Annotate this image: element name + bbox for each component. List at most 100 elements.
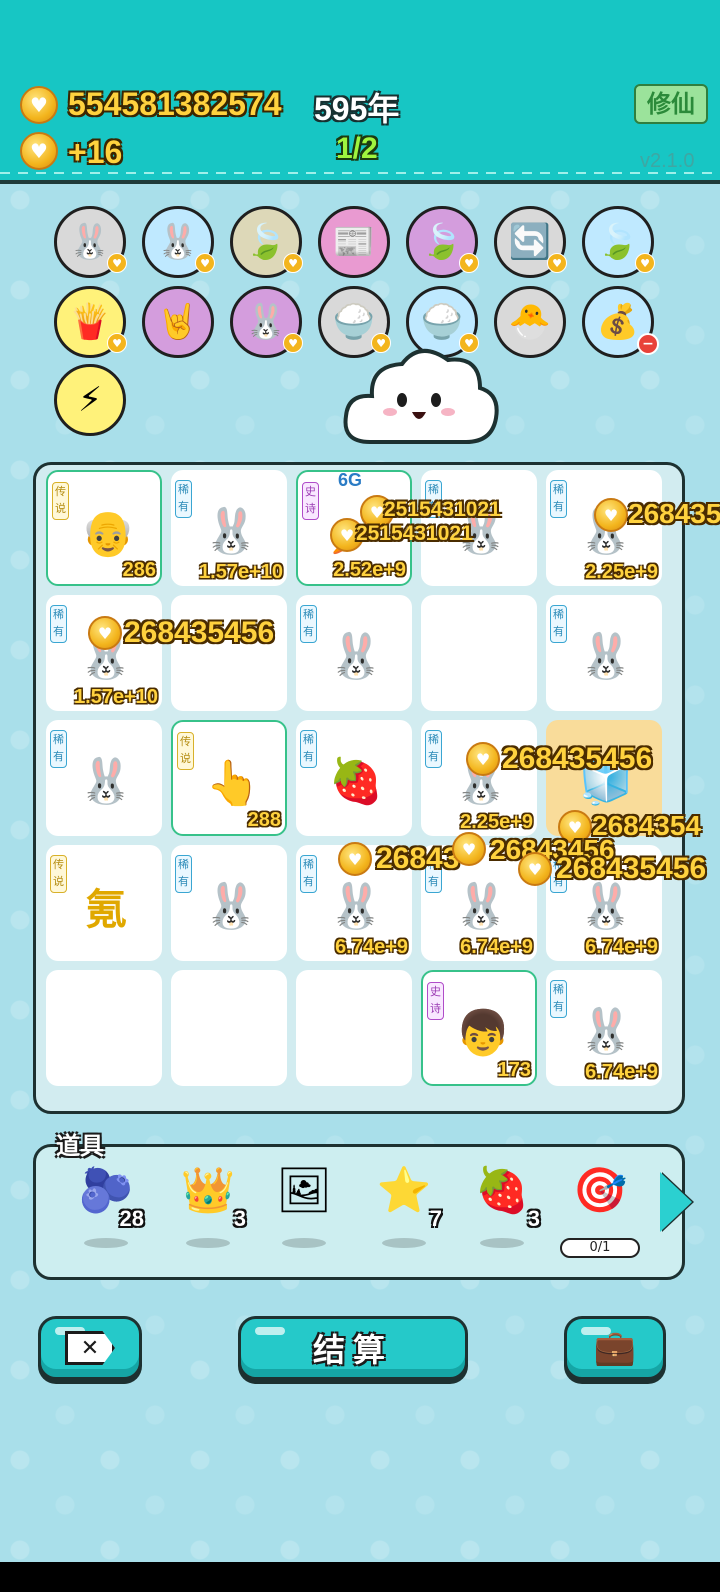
page-indicator[interactable]: 1/2 [336,132,378,166]
board-tile[interactable]: 稀有 🐰 1.57e+10 [46,595,162,711]
tile-sprite: 👴 [80,508,136,559]
item-picture-frame[interactable]: 🖼 [264,1154,344,1250]
board-tile[interactable]: 稀有 🐰 [546,595,662,711]
rice-bowl-icon: 🍚 [332,302,376,342]
float-coin-icon: ♥ [518,852,552,886]
close-icon: ✕ [65,1331,115,1365]
tile-sprite: 👆 [205,758,261,809]
tile-value: 2.52e+9 [333,559,406,581]
item-shadow [84,1238,128,1248]
tile-value: 2.25e+9 [460,811,533,833]
rarity-badge: 史诗 [302,482,319,520]
briefcase-button[interactable]: 💼 [564,1316,666,1380]
board-tile[interactable]: 稀有 🐰 [46,720,162,836]
board-tile[interactable] [171,595,287,711]
system-nav-bar [0,1562,720,1592]
items-next-arrow-icon[interactable] [660,1172,692,1232]
float-number: 268435456 [502,742,653,775]
item-strawberry[interactable]: 🍓 3 [462,1154,542,1250]
rarity-badge: 传说 [177,732,194,770]
remove-badge-icon[interactable]: − [637,333,659,355]
tile-value: 173 [497,1059,531,1081]
item-count: 3 [233,1206,246,1231]
fries-icon: 🍟 [68,302,112,342]
float-coin-icon: ♥ [452,832,486,866]
item-count: 3 [527,1206,540,1231]
board-tile[interactable] [171,970,287,1086]
cloud-mascot[interactable] [340,342,500,450]
board-tile[interactable] [46,970,162,1086]
skill-rock-hand[interactable]: 🤘 [142,286,214,358]
heart-badge-icon: ♥ [547,253,567,273]
tile-value: 6.74e+9 [335,936,408,958]
skill-time-magazine[interactable]: 📰 [318,206,390,278]
skill-sack[interactable]: 💰 − [582,286,659,358]
board-tile[interactable]: 稀有 🐰 [171,845,287,961]
skill-leaf[interactable]: 🍃 ♥ [582,206,655,278]
tile-value: 286 [122,559,156,581]
lightning-icon: ⚡ [78,380,102,420]
board-tile[interactable]: 稀有🐰2.25e+9 [421,720,537,836]
board-tile[interactable] [421,595,537,711]
chick-icon: 🐣 [508,302,552,342]
skill-leaf[interactable]: 🍃 ♥ [230,206,303,278]
rarity-badge: 稀有 [50,730,67,768]
tile-sprite: 🐰 [578,1006,634,1057]
item-target-8[interactable]: 🎯 0/1 [560,1154,640,1258]
item-blueberry[interactable]: 🫐 28 [66,1154,146,1250]
skill-fries[interactable]: 🍟 ♥ [54,286,127,358]
tile-value: 2.25e+9 [585,561,658,583]
rice-bowl-icon: 🍚 [420,302,464,342]
tile-sprite: 🐰 [578,631,634,682]
board-tile[interactable]: 传说氪 [46,845,162,961]
xiuxian-button[interactable]: 修仙 [634,84,708,124]
item-shadow [282,1238,326,1248]
tile-sprite: 🐰 [328,881,384,932]
settle-button[interactable]: 结算 [238,1316,468,1380]
top-bar-divider [0,172,720,174]
board-tile[interactable]: 传说 👆 288 [171,720,287,836]
skill-lightning[interactable]: ⚡ [54,364,126,436]
float-coin-icon: ♥ [88,616,122,650]
tile-sprite: 🐰 [203,881,259,932]
skill-leaf[interactable]: 🍃 ♥ [406,206,479,278]
sack-icon: 💰 [596,302,640,342]
item-star[interactable]: ⭐ 7 [364,1154,444,1250]
coin-income-icon: ♥ [20,132,58,170]
float-coin-icon: ♥ [338,842,372,876]
picture-frame-icon: 🖼 [276,1165,332,1216]
target-8-icon: 🎯 [572,1165,628,1216]
item-crown[interactable]: 👑 3 [168,1154,248,1250]
board-tile[interactable] [296,970,412,1086]
coin-income: +16 [68,134,123,170]
strawberry-icon: 🍓 [474,1165,530,1216]
board-tile[interactable]: 稀有 🐰 1.57e+10 [171,470,287,586]
skill-rabbit[interactable]: 🐰 ♥ [54,206,127,278]
rarity-badge: 稀有 [425,730,442,768]
skill-rabbit[interactable]: 🐰 ♥ [230,286,303,358]
tile-sprite: 🐰 [453,881,509,932]
rarity-badge: 稀有 [550,605,567,643]
skill-refresh[interactable]: 🔄 ♥ [494,206,567,278]
rarity-badge: 传说 [52,482,69,520]
board-tile[interactable]: 史诗 👦 173 [421,970,537,1086]
item-count: 7 [429,1206,442,1231]
rarity-badge: 稀有 [50,605,67,643]
rarity-badge: 稀有 [300,855,317,893]
float-number: 268435456 [124,616,275,649]
skill-chick[interactable]: 🐣 [494,286,566,358]
tile-value: 288 [247,809,281,831]
item-shadow [382,1238,426,1248]
board-tile[interactable]: 稀有 🐰 [296,595,412,711]
board-tile[interactable]: 传说 👴 286 [46,470,162,586]
heart-badge-icon: ♥ [107,333,127,353]
tile-sprite: 🐰 [78,756,134,807]
leaf-icon: 🍃 [420,222,464,262]
board-tile[interactable]: 稀有 🍓 [296,720,412,836]
rarity-badge: 稀有 [550,980,567,1018]
close-button[interactable]: ✕ [38,1316,142,1380]
rarity-badge: 稀有 [300,730,317,768]
heart-badge-icon: ♥ [635,253,655,273]
skill-rabbit[interactable]: 🐰 ♥ [142,206,215,278]
board-tile[interactable]: 稀有 🐰 6.74e+9 [546,970,662,1086]
